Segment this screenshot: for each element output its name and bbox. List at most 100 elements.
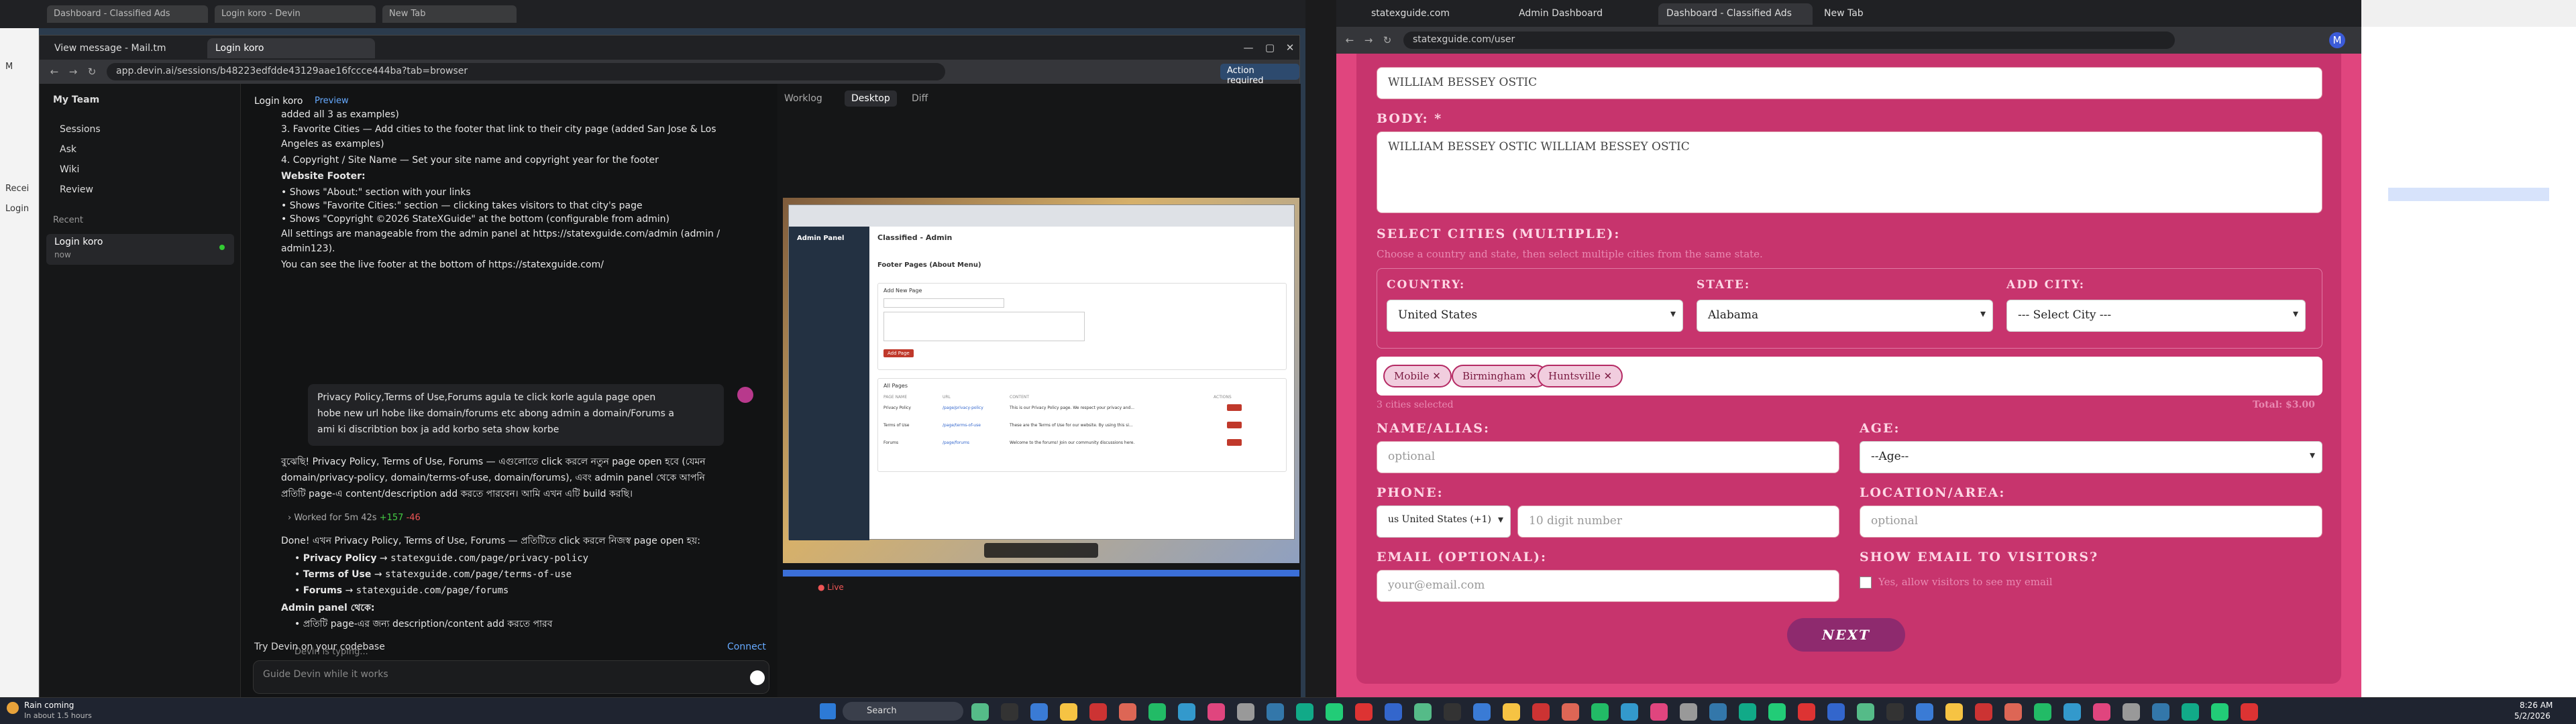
taskbar-app-icon[interactable]	[2123, 703, 2140, 721]
sidebar-item-review[interactable]: Review	[60, 184, 93, 195]
timeline-bar[interactable]	[783, 570, 1299, 577]
taskbar-app-icon[interactable]	[1503, 703, 1520, 721]
taskbar-app-icon[interactable]	[2004, 703, 2022, 721]
taskbar-app-icon[interactable]	[1089, 703, 1107, 721]
tab-diff[interactable]: Diff	[912, 93, 928, 104]
inner-table-cell[interactable]: /page/terms-of-use	[943, 423, 981, 428]
tab-mail[interactable]: View message - Mail.tm	[46, 38, 187, 58]
minimize-icon[interactable]: —	[1240, 40, 1256, 56]
tab-classified-dashboard[interactable]: Dashboard - Classified Ads	[1658, 3, 1813, 25]
team-selector[interactable]: My Team	[53, 95, 99, 105]
clock-time[interactable]: 8:26 AM	[2520, 701, 2553, 710]
forward-icon[interactable]: →	[65, 64, 81, 80]
action-required-badge[interactable]: Action required	[1220, 64, 1299, 86]
taskbar-app-icon[interactable]	[1680, 703, 1697, 721]
back-icon[interactable]: ←	[1342, 32, 1358, 48]
weather-text[interactable]: Rain coming	[24, 701, 74, 710]
taskbar-app-icon[interactable]	[1355, 703, 1373, 721]
taskbar-app-icon[interactable]	[2211, 703, 2229, 721]
taskbar-app-icon[interactable]	[1001, 703, 1018, 721]
state-select[interactable]: Alabama	[1697, 300, 1993, 332]
taskbar-app-icon[interactable]	[1709, 703, 1727, 721]
bg-tab[interactable]: Login koro - Devin	[215, 5, 376, 23]
inner-delete-button[interactable]	[1227, 422, 1242, 428]
add-city-select[interactable]: --- Select City ---	[2006, 300, 2306, 332]
clock-date[interactable]: 5/2/2026	[2514, 711, 2551, 721]
taskbar-app-icon[interactable]	[2152, 703, 2169, 721]
taskbar-app-icon[interactable]	[1414, 703, 1432, 721]
address-bar[interactable]: app.devin.ai/sessions/b48223edfdde43129a…	[107, 63, 945, 80]
taskbar-app-icon[interactable]	[1444, 703, 1461, 721]
taskbar-app-icon[interactable]	[1916, 703, 1933, 721]
taskbar-app-icon[interactable]	[1030, 703, 1048, 721]
inner-table-cell[interactable]: /page/privacy-policy	[943, 406, 983, 410]
taskbar-app-icon[interactable]	[1827, 703, 1845, 721]
phone-country-select[interactable]: us United States (+1)	[1377, 505, 1511, 538]
taskbar-app-icon[interactable]	[1178, 703, 1195, 721]
tab-login-koro[interactable]: Login koro	[207, 38, 375, 58]
age-select[interactable]: --Age--	[1860, 441, 2322, 473]
taskbar-app-icon[interactable]	[1208, 703, 1225, 721]
sidebar-item-wiki[interactable]: Wiki	[60, 164, 79, 175]
tab-worklog[interactable]: Worklog	[784, 93, 822, 104]
tab-statexguide[interactable]: statexguide.com	[1363, 3, 1507, 25]
tab-new[interactable]: New Tab	[1816, 3, 1964, 25]
city-chip-mobile[interactable]: Mobile ✕	[1383, 365, 1452, 387]
stop-icon[interactable]	[750, 670, 765, 685]
tab-desktop[interactable]: Desktop	[845, 90, 897, 107]
taskbar-app-icon[interactable]	[1148, 703, 1166, 721]
inner-delete-button[interactable]	[1227, 439, 1242, 446]
address-bar[interactable]: statexguide.com/user	[1403, 32, 2175, 49]
taskbar-app-icon[interactable]	[1237, 703, 1254, 721]
show-email-checkbox[interactable]	[1860, 577, 1872, 589]
inner-delete-button[interactable]	[1227, 404, 1242, 411]
taskbar-app-icon[interactable]	[1326, 703, 1343, 721]
location-input[interactable]: optional	[1860, 505, 2322, 538]
taskbar-app-icon[interactable]	[1562, 703, 1579, 721]
taskbar-app-icon[interactable]	[1886, 703, 1904, 721]
taskbar-app-icon[interactable]	[1119, 703, 1136, 721]
taskbar-app-icon[interactable]	[1739, 703, 1756, 721]
taskbar-app-icon[interactable]	[2063, 703, 2081, 721]
remote-desktop-screenshot[interactable]: Admin Panel Classified - Admin Footer Pa…	[783, 198, 1299, 563]
taskbar-app-icon[interactable]	[1798, 703, 1815, 721]
start-icon[interactable]	[820, 703, 836, 719]
phone-input[interactable]: 10 digit number	[1517, 505, 1839, 538]
taskbar-app-icon[interactable]	[971, 703, 989, 721]
taskbar-app-icon[interactable]	[1385, 703, 1402, 721]
taskbar-app-icon[interactable]	[1650, 703, 1668, 721]
connect-link[interactable]: Connect	[727, 642, 766, 652]
name-input[interactable]: optional	[1377, 441, 1839, 473]
next-button[interactable]: NEXT	[1787, 618, 1905, 652]
sidebar-item-ask[interactable]: Ask	[60, 144, 76, 155]
forward-icon[interactable]: →	[1360, 32, 1377, 48]
taskbar-app-icon[interactable]	[2093, 703, 2110, 721]
tab-admin-dashboard[interactable]: Admin Dashboard	[1511, 3, 1655, 25]
title-input[interactable]: WILLIAM BESSEY OSTIC	[1377, 67, 2322, 99]
email-input[interactable]: your@email.com	[1377, 570, 1839, 602]
taskbar-app-icon[interactable]	[1975, 703, 1992, 721]
country-select[interactable]: United States	[1387, 300, 1683, 332]
inner-add-page-button[interactable]: Add Page	[883, 349, 914, 357]
taskbar-app-icon[interactable]	[1621, 703, 1638, 721]
body-textarea[interactable]: WILLIAM BESSEY OSTIC WILLIAM BESSEY OSTI…	[1377, 131, 2322, 213]
taskbar-app-icon[interactable]	[2034, 703, 2051, 721]
weather-icon[interactable]	[7, 702, 19, 714]
taskbar-app-icon[interactable]	[1857, 703, 1874, 721]
taskbar-app-icon[interactable]	[1473, 703, 1491, 721]
profile-avatar-icon[interactable]: M	[2329, 32, 2345, 48]
inner-content-textarea[interactable]	[883, 312, 1085, 341]
message-input[interactable]: Guide Devin while it works	[253, 660, 769, 694]
inner-page-name-input[interactable]	[883, 298, 1004, 308]
back-icon[interactable]: ←	[46, 64, 62, 80]
taskbar-app-icon[interactable]	[1945, 703, 1963, 721]
worked-summary[interactable]: › Worked for 5m 42s +157 -46	[288, 510, 421, 526]
taskbar-app-icon[interactable]	[2241, 703, 2258, 721]
taskbar-app-icon[interactable]	[1768, 703, 1786, 721]
taskbar-app-icon[interactable]	[1060, 703, 1077, 721]
reload-icon[interactable]: ↻	[84, 64, 100, 80]
city-chip-birmingham[interactable]: Birmingham ✕	[1452, 365, 1548, 387]
recent-session-item[interactable]: Login koro now	[46, 234, 234, 265]
bg-tab[interactable]: New Tab	[382, 5, 517, 23]
search-box[interactable]: Search	[843, 702, 963, 721]
